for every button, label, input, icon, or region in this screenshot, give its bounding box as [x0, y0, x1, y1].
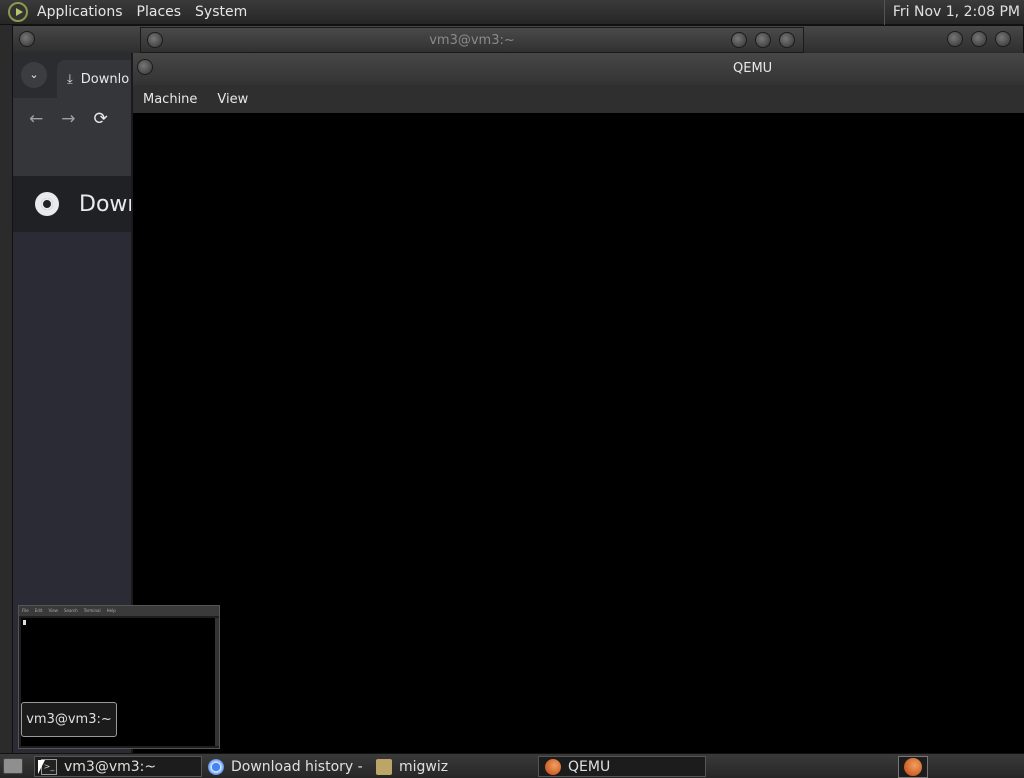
mini-menubar: File Edit View Search Terminal Help [19, 606, 219, 616]
forward-arrow-icon[interactable]: → [61, 109, 75, 129]
mini-menu-item: File [22, 608, 29, 613]
qemu-titlebar[interactable]: QEMU [133, 53, 1024, 85]
task-label: migwiz [399, 758, 449, 775]
close-button[interactable] [995, 31, 1011, 47]
mini-menu-item: Search [63, 608, 78, 613]
menu-system[interactable]: System [188, 0, 254, 25]
qemu-window: QEMU Machine View [131, 53, 1024, 753]
mini-scrollbar [215, 618, 219, 746]
tab-search-button[interactable]: ⌄ [21, 62, 47, 88]
download-icon: ⤓ [67, 71, 73, 87]
bottom-panel: >_ vm3@vm3:~ Download history - ... migw… [0, 753, 1024, 778]
chrome-icon [208, 758, 224, 775]
minimize-button[interactable] [947, 31, 963, 47]
maximize-button[interactable] [755, 32, 771, 48]
chrome-logo-icon [35, 192, 59, 216]
qemu-icon [904, 758, 922, 776]
task-label: Download history - ... [231, 758, 368, 775]
window-menu-button[interactable] [137, 59, 153, 75]
tab-title: Downlo [80, 71, 130, 87]
terminal-cursor [23, 619, 26, 625]
mini-menu-item: Help [106, 608, 116, 613]
menu-places[interactable]: Places [130, 0, 189, 25]
preview-tooltip: vm3@vm3:~ [21, 702, 117, 737]
chevron-down-icon: ⌄ [29, 68, 39, 81]
folder-icon [376, 758, 392, 775]
minimize-button[interactable] [731, 32, 747, 48]
distro-logo-icon[interactable] [8, 2, 28, 22]
mini-menu-item: View [48, 608, 58, 613]
mouse-pointer-icon [38, 760, 45, 774]
menu-machine[interactable]: Machine [143, 92, 197, 107]
taskbar-item-migwiz[interactable]: migwiz [370, 756, 536, 777]
tray-qemu-button[interactable] [898, 756, 928, 778]
window-title: vm3@vm3:~ [429, 33, 515, 48]
panel-clock[interactable]: Fri Nov 1, 2:08 PM [883, 0, 1020, 25]
menu-view[interactable]: View [217, 92, 248, 107]
taskbar-item-browser[interactable]: Download history - ... [202, 756, 368, 777]
back-arrow-icon[interactable]: ← [29, 109, 43, 129]
top-panel: Applications Places System Fri Nov 1, 2:… [0, 0, 1024, 25]
menu-applications[interactable]: Applications [30, 0, 130, 25]
qemu-icon [545, 758, 561, 775]
taskbar-item-terminal[interactable]: >_ vm3@vm3:~ [34, 756, 202, 777]
qemu-menubar: Machine View [133, 85, 1024, 113]
qemu-display[interactable] [133, 113, 1024, 753]
window-menu-button[interactable] [19, 31, 35, 47]
window-title: QEMU [733, 61, 773, 76]
task-label: QEMU [568, 758, 611, 775]
mini-prompt [21, 618, 215, 626]
reload-icon[interactable]: ⟳ [94, 109, 108, 129]
close-button[interactable] [779, 32, 795, 48]
mini-menu-item: Edit [34, 608, 43, 613]
show-desktop-icon[interactable] [3, 758, 23, 774]
terminal-window-titlebar[interactable]: vm3@vm3:~ [140, 27, 804, 53]
mini-menu-item: Terminal [83, 608, 101, 613]
maximize-button[interactable] [971, 31, 987, 47]
taskbar-item-qemu[interactable]: QEMU [538, 756, 706, 777]
task-label: vm3@vm3:~ [64, 758, 157, 775]
